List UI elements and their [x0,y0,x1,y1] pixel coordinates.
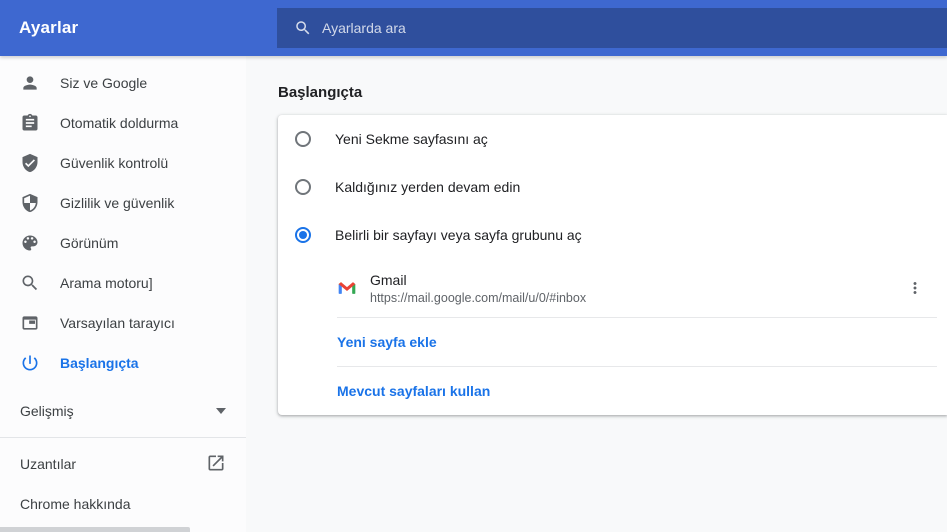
power-icon [20,353,40,373]
radio-unselected-icon[interactable] [295,179,311,195]
startup-page-title: Gmail [370,272,586,288]
sidebar-item-label: Gizlilik ve güvenlik [60,195,174,211]
kebab-menu-icon [906,279,924,297]
option-continue-where-left-off[interactable]: Kaldığınız yerden devam edin [278,163,947,211]
extensions-label: Uzantılar [20,456,76,472]
sidebar-item-label: Görünüm [60,235,118,251]
use-current-pages-button[interactable]: Mevcut sayfaları kullan [278,367,947,415]
sidebar-item-appearance[interactable]: Görünüm [0,223,246,263]
settings-search-box[interactable] [277,8,947,48]
option-open-specific-pages[interactable]: Belirli bir sayfayı veya sayfa grubunu a… [278,211,947,259]
sidebar-item-autofill[interactable]: Otomatik doldurma [0,103,246,143]
add-new-page-button[interactable]: Yeni sayfa ekle [278,318,947,366]
sidebar-divider [0,437,246,438]
sidebar-item-on-startup[interactable]: Başlangıçta [0,343,246,383]
on-startup-card: Yeni Sekme sayfasını aç Kaldığınız yerde… [278,115,947,415]
search-icon [294,19,312,37]
bottom-status-strip [0,527,190,532]
sidebar-item-label: Siz ve Google [60,75,147,91]
radio-selected-icon[interactable] [295,227,311,243]
about-chrome-label: Chrome hakkında [20,496,131,512]
settings-sidebar: Siz ve Google Otomatik doldurma Güvenlik… [0,56,246,532]
sidebar-item-extensions[interactable]: Uzantılar [0,444,246,484]
sidebar-item-search-engine[interactable]: Arama motoru] [0,263,246,303]
sidebar-item-label: Başlangıçta [60,355,139,371]
page-more-actions-button[interactable] [897,270,933,306]
sidebar-item-default-browser[interactable]: Varsayılan tarayıcı [0,303,246,343]
sidebar-item-safety-check[interactable]: Güvenlik kontrolü [0,143,246,183]
open-in-new-icon [206,453,226,476]
radio-unselected-icon[interactable] [295,131,311,147]
sidebar-item-about-chrome[interactable]: Chrome hakkında [0,484,246,524]
sidebar-item-privacy[interactable]: Gizlilik ve güvenlik [0,183,246,223]
sidebar-item-label: Otomatik doldurma [60,115,178,131]
sidebar-item-advanced[interactable]: Gelişmiş [0,391,246,431]
safety-check-icon [20,153,40,173]
section-title: Başlangıçta [278,84,947,101]
person-icon [20,73,40,93]
search-input[interactable] [322,20,947,36]
settings-main: Başlangıçta Yeni Sekme sayfasını aç Kald… [246,56,947,532]
startup-page-meta: Gmail https://mail.google.com/mail/u/0/#… [370,272,586,305]
palette-icon [20,233,40,253]
search-icon [20,273,40,293]
page-title: Ayarlar [19,18,78,38]
use-current-pages-label: Mevcut sayfaları kullan [337,383,490,399]
startup-page-url: https://mail.google.com/mail/u/0/#inbox [370,291,586,305]
browser-window-icon [20,313,40,333]
autofill-icon [20,113,40,133]
chevron-down-icon [216,408,226,414]
add-new-page-label: Yeni sayfa ekle [337,334,437,350]
option-open-new-tab[interactable]: Yeni Sekme sayfasını aç [278,115,947,163]
privacy-shield-icon [20,193,40,213]
sidebar-item-you-and-google[interactable]: Siz ve Google [0,63,246,103]
settings-header: Ayarlar [0,0,947,56]
advanced-label: Gelişmiş [20,403,74,419]
sidebar-item-label: Varsayılan tarayıcı [60,315,175,331]
sidebar-item-label: Güvenlik kontrolü [60,155,168,171]
gmail-icon [337,278,357,298]
startup-page-row-gmail: Gmail https://mail.google.com/mail/u/0/#… [278,259,947,317]
sidebar-item-label: Arama motoru] [60,275,153,291]
